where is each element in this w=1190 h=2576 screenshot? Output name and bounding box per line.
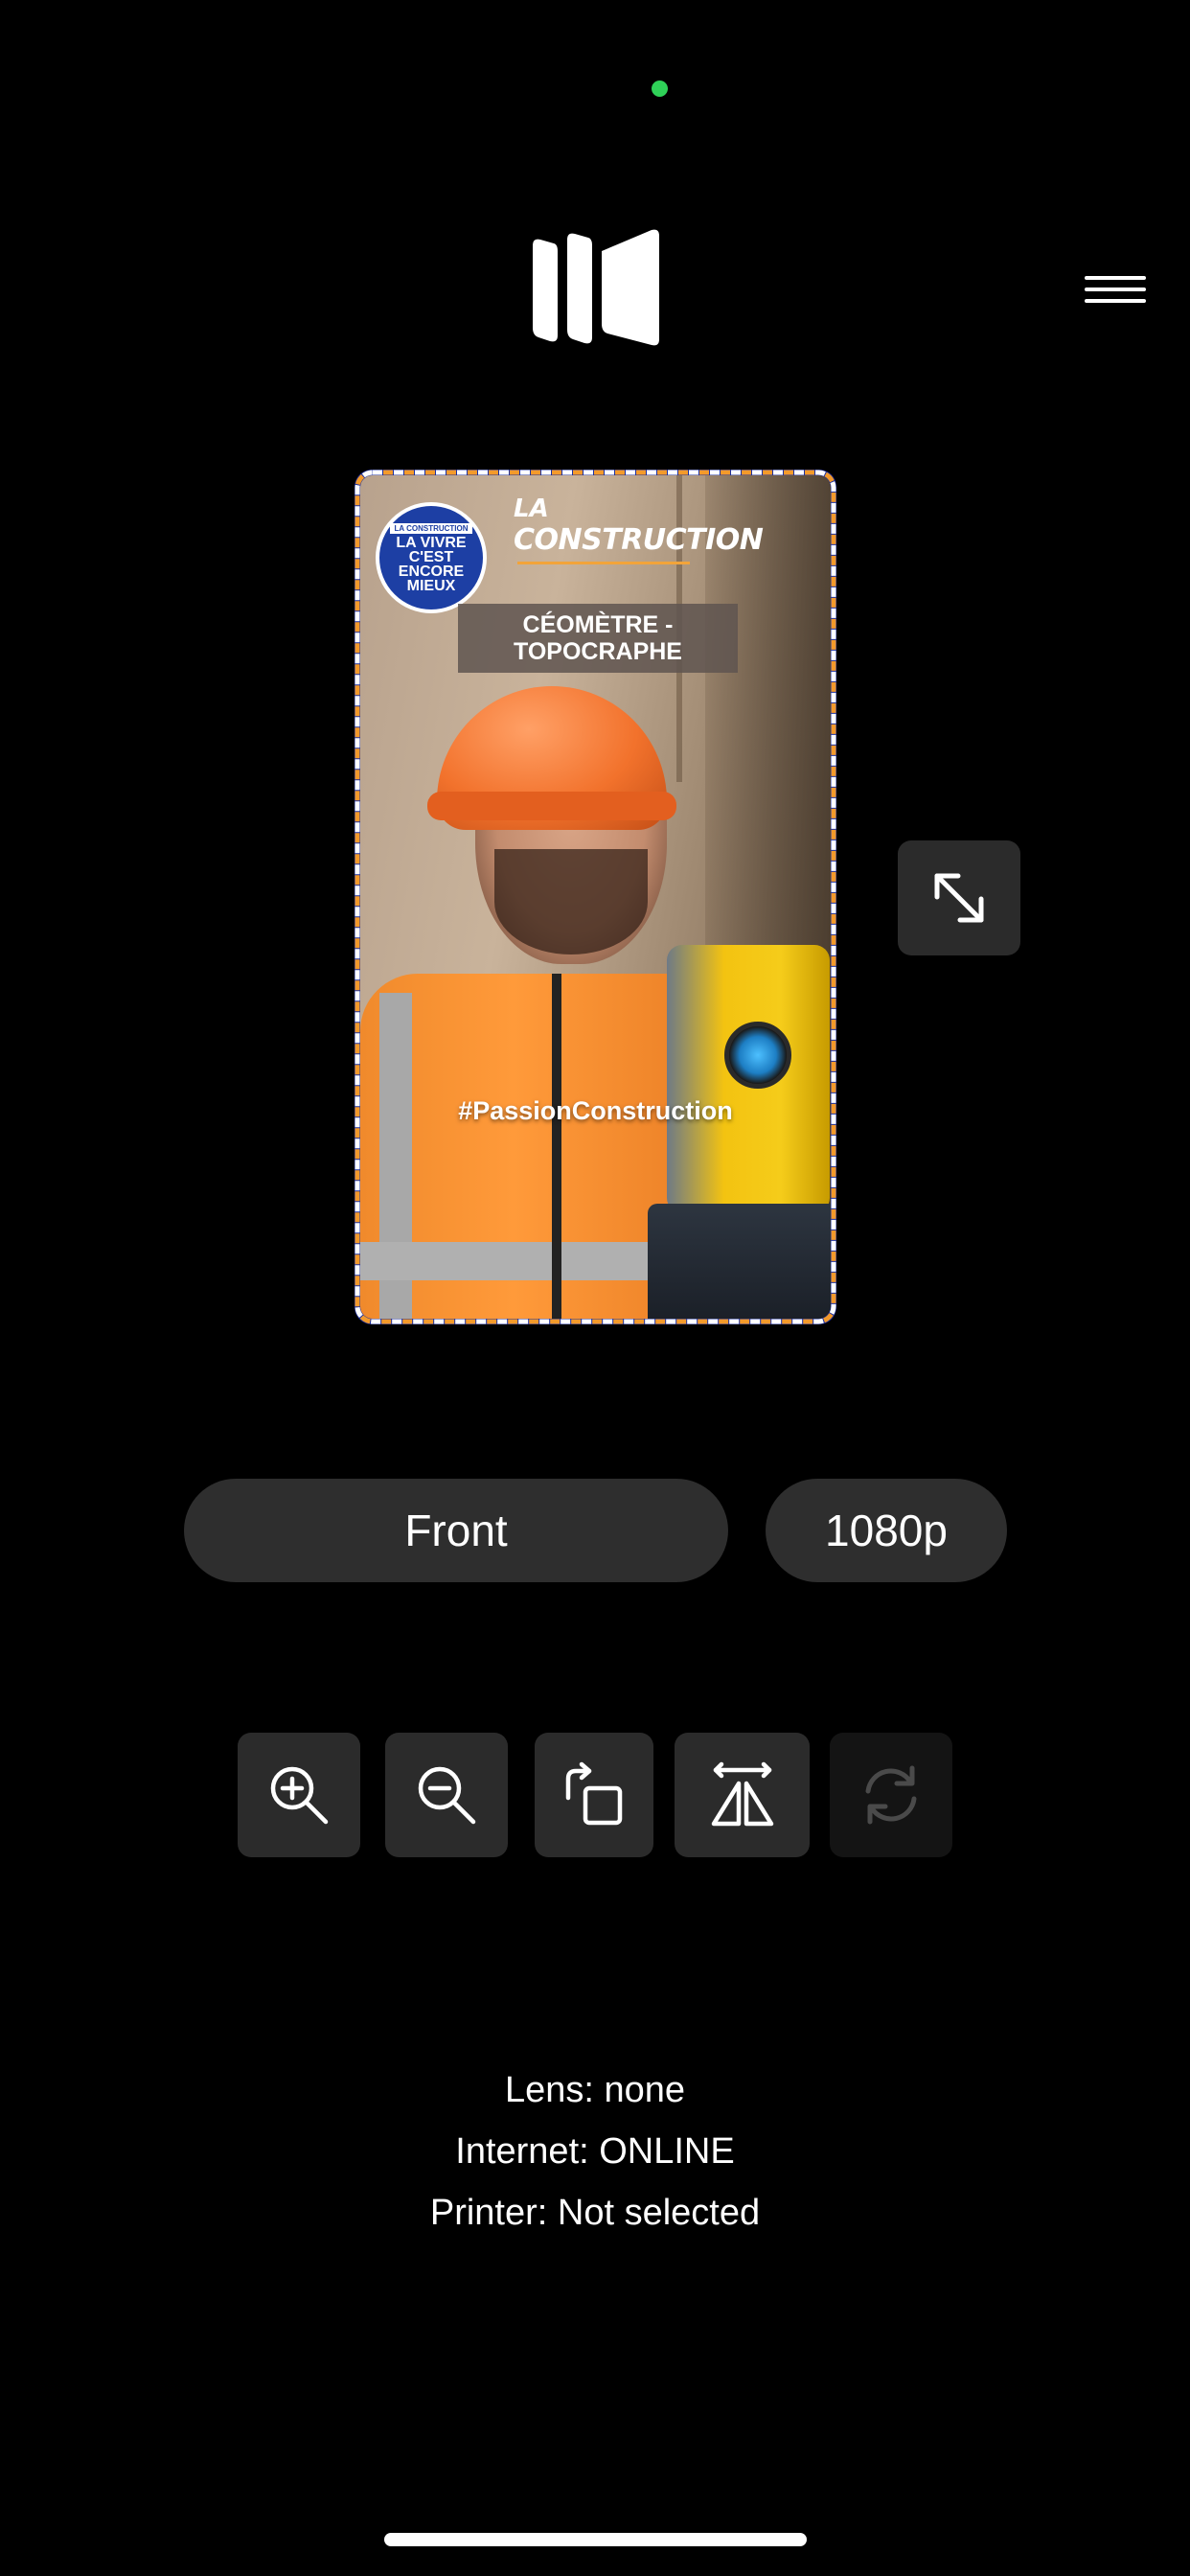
brand-construction: CONSTRUCTION	[514, 523, 764, 557]
resolution-select-button[interactable]: 1080p	[766, 1479, 1007, 1582]
brand-title: LA CONSTRUCTION	[514, 494, 764, 564]
preview-scene: LA CONSTRUCTION LA VIVRE C'EST ENCORE MI…	[360, 475, 831, 1319]
badge-top-label: LA CONSTRUCTION	[390, 522, 472, 534]
brand-la: LA	[514, 494, 549, 523]
app-logo	[533, 229, 659, 346]
rotate-icon	[565, 1761, 623, 1826]
flip-button[interactable]	[675, 1733, 810, 1857]
badge-text: LA VIVRE C'EST ENCORE MIEUX	[396, 534, 467, 594]
zoom-out-button[interactable]	[385, 1733, 508, 1857]
job-title-line2: TOPOCRAPHE	[514, 638, 682, 665]
lens-status: Lens: none	[504, 2070, 686, 2110]
zoom-out-icon	[418, 1766, 476, 1825]
job-title-line1: CÉOMÈTRE -	[522, 611, 674, 638]
expand-icon	[934, 873, 984, 923]
job-title-box: CÉOMÈTRE - TOPOCRAPHE	[458, 604, 738, 673]
resolution-label: 1080p	[825, 1506, 948, 1555]
lens-badge: LA CONSTRUCTION LA VIVRE C'EST ENCORE MI…	[376, 502, 487, 613]
zoom-in-icon	[270, 1766, 329, 1825]
zoom-in-button[interactable]	[238, 1733, 360, 1857]
menu-button[interactable]	[1073, 270, 1157, 309]
camera-preview[interactable]: LA CONSTRUCTION LA VIVRE C'EST ENCORE MI…	[355, 470, 836, 1324]
flip-horizontal-icon	[711, 1761, 773, 1827]
printer-status: Printer: Not selected	[429, 2193, 761, 2233]
camera-select-label: Front	[404, 1506, 508, 1555]
camera-indicator-dot	[652, 80, 668, 97]
home-indicator[interactable]	[384, 2533, 807, 2546]
internet-status: Internet: ONLINE	[455, 2131, 735, 2172]
refresh-button	[830, 1733, 952, 1857]
refresh-icon	[865, 1765, 917, 1825]
expand-button[interactable]	[898, 840, 1020, 955]
camera-select-button[interactable]: Front	[184, 1479, 728, 1582]
rotate-button[interactable]	[535, 1733, 653, 1857]
hashtag-text: #PassionConstruction	[458, 1096, 733, 1125]
